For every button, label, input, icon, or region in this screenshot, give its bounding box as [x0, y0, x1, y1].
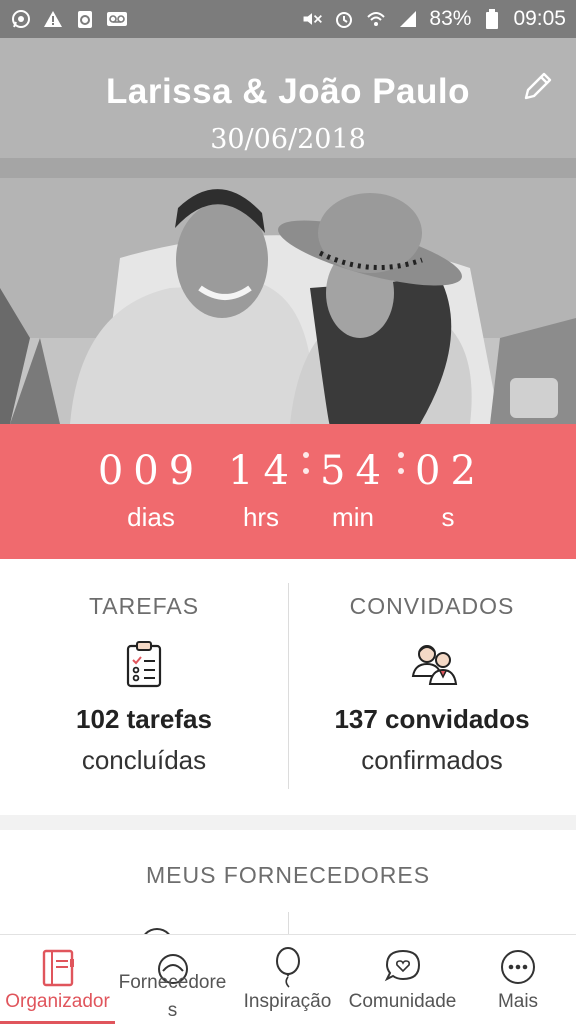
system-icons: 83% 09:05: [301, 7, 566, 31]
seconds-value: 02: [415, 448, 486, 494]
hours-value: 14: [228, 448, 299, 494]
nav-inspiracao[interactable]: Inspiração: [230, 935, 345, 1024]
tasks-summary[interactable]: TAREFAS 102 tarefas concluídas: [0, 559, 288, 815]
seconds-label: s: [441, 502, 455, 532]
tasks-title: TAREFAS: [88, 593, 200, 619]
edit-button[interactable]: [520, 70, 554, 104]
battery-percent: 83%: [429, 7, 472, 30]
minutes-label: min: [332, 502, 374, 532]
colon-separator: [303, 452, 309, 484]
more-icon: [501, 950, 535, 984]
alarm-icon: [333, 9, 355, 29]
guests-count: 137 convidados: [334, 704, 530, 734]
checklist-icon: [122, 640, 166, 688]
guests-title: CONVIDADOS: [349, 593, 515, 619]
countdown-seconds: 02 s: [415, 448, 481, 533]
guests-icon: [410, 640, 458, 688]
days-label: dias: [127, 502, 175, 532]
countdown-days: 009 dias: [96, 448, 206, 533]
couple-name: Larissa & João Paulo: [105, 72, 471, 111]
nav-label: Comunidade: [348, 991, 457, 1012]
minutes-value: 54: [320, 448, 391, 494]
nav-label-line1: Fornecedore: [118, 972, 227, 993]
wedding-date: 30/06/2018: [210, 124, 366, 155]
colon-separator: [398, 452, 404, 484]
nav-fornecedores[interactable]: Fornecedore s: [115, 935, 230, 1024]
countdown-minutes: 54 min: [320, 448, 386, 533]
status-bar: 83% 09:05: [0, 0, 576, 38]
clock: 09:05: [513, 7, 566, 30]
whatsapp-icon: [10, 9, 32, 29]
nav-organizador[interactable]: Organizador: [0, 935, 115, 1024]
guests-status: confirmados: [361, 745, 503, 775]
balloon-icon: [276, 947, 300, 988]
voicemail-icon: [106, 9, 128, 29]
tasks-count: 102 tarefas: [76, 704, 212, 734]
couple-hero: Larissa & João Paulo 30/06/2018: [0, 38, 576, 424]
nav-label: Fornecedore s: [115, 969, 230, 1024]
notification-icons: [10, 9, 128, 29]
nav-comunidade[interactable]: Comunidade: [345, 935, 460, 1024]
signal-icon: [397, 9, 419, 29]
nav-mais[interactable]: Mais: [460, 935, 576, 1024]
battery-icon: [481, 9, 503, 29]
hours-label: hrs: [242, 502, 280, 532]
mute-icon: [301, 9, 323, 29]
nav-label: Inspiração: [243, 991, 332, 1012]
wifi-icon: [365, 9, 387, 29]
suppliers-title: MEUS FORNECEDORES: [145, 862, 431, 888]
wedding-countdown: 009 dias 14 hrs 54 min 02 s: [0, 424, 576, 559]
suppliers-section[interactable]: MEUS FORNECEDORES: [0, 830, 576, 948]
nav-label: Mais: [497, 991, 539, 1012]
countdown-hours: 14 hrs: [228, 448, 294, 533]
pencil-icon: [524, 72, 552, 100]
clipboard-icon: [74, 9, 96, 29]
bottom-navigation: Organizador Fornecedore s Inspiração Com…: [0, 934, 576, 1024]
summary-card: TAREFAS 102 tarefas concluídas CONVIDADO…: [0, 559, 576, 815]
guests-summary[interactable]: CONVIDADOS 137 convidados confirmados: [288, 559, 576, 815]
days-value: 009: [97, 448, 205, 494]
planner-icon: [42, 949, 74, 987]
tasks-status: concluídas: [81, 745, 207, 775]
chat-heart-icon: [384, 949, 421, 982]
nav-label: Organizador: [5, 991, 110, 1012]
warning-icon: [42, 9, 64, 29]
nav-label-line2: s: [167, 1000, 178, 1021]
